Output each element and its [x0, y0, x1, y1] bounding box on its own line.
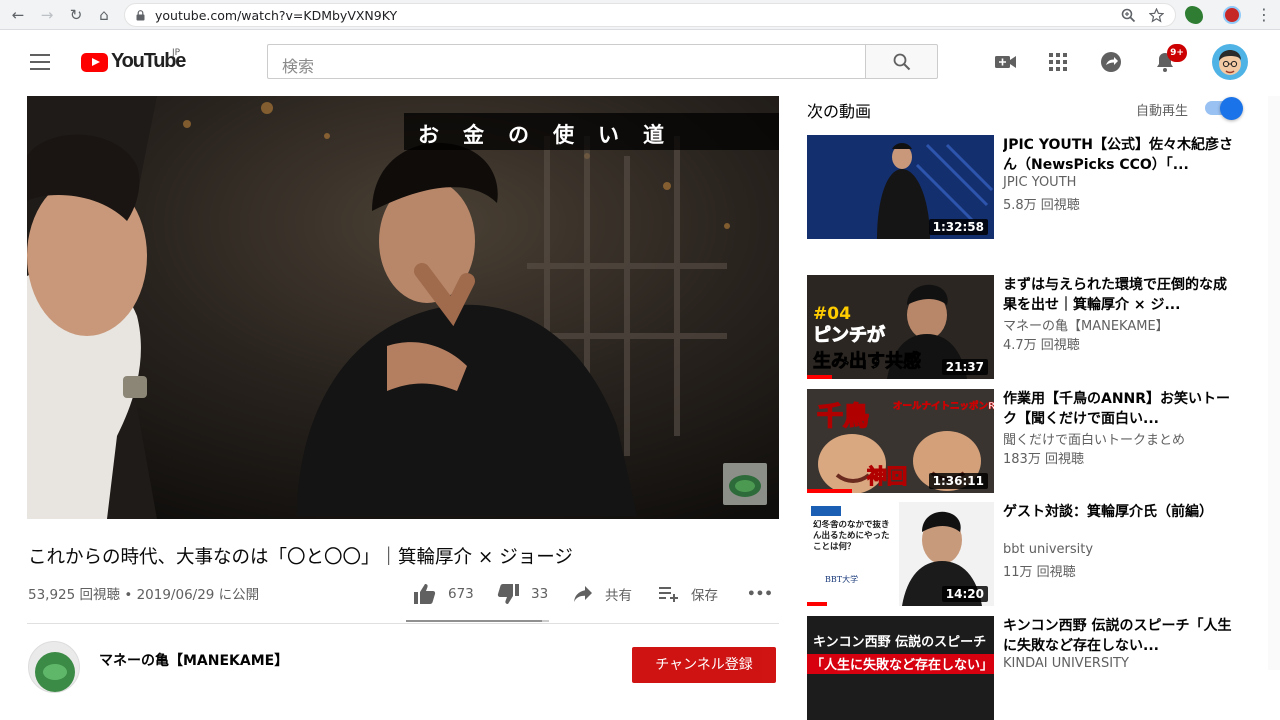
view-count: 4.7万 回視聴 — [1003, 338, 1080, 353]
watch-progress-bar — [807, 375, 832, 379]
video-title[interactable]: JPIC YOUTH【公式】佐々木紀彦さん（NewsPicks CCO）「... — [1003, 135, 1235, 175]
autoplay-toggle-knob[interactable] — [1220, 97, 1243, 120]
bookmark-star-icon[interactable] — [1149, 8, 1164, 23]
search-button[interactable] — [865, 44, 938, 79]
recommended-video-3[interactable]: 千鳥 オールナイトニッポンR 神回 1:36:11 作業用【千鳥のANNR】お笑… — [807, 389, 1247, 493]
duration-badge: 14:20 — [941, 586, 988, 602]
thumbs-up-icon — [414, 584, 436, 604]
view-count: 183万 回視聴 — [1003, 452, 1084, 467]
account-avatar[interactable] — [1212, 44, 1248, 80]
video-thumbnail[interactable]: 1:32:58 — [807, 135, 994, 239]
channel-logo-icon — [35, 652, 75, 692]
recommended-video-1[interactable]: 1:32:58 JPIC YOUTH【公式】佐々木紀彦さん（NewsPicks … — [807, 135, 1247, 239]
create-video-icon[interactable] — [993, 49, 1019, 75]
up-next-heading: 次の動画 — [807, 102, 872, 121]
view-count: 5.8万 回視聴 — [1003, 198, 1080, 213]
search-input[interactable]: 検索 — [267, 44, 865, 79]
channel-name[interactable]: 聞くだけで面白いトークまとめ — [1003, 429, 1185, 448]
url-text: youtube.com/watch?v=KDMbyVXN9KY — [155, 8, 398, 23]
like-count: 673 — [448, 586, 474, 602]
video-thumbnail[interactable]: 幻冬舎のなかで抜きん出るためにやったことは何？ BBT大学 14:20 — [807, 502, 994, 606]
thumb-text-3: 神回 — [867, 464, 907, 488]
thumb-text-1: 千鳥 — [817, 402, 869, 432]
thumb-text-3: 生み出す共感 — [813, 350, 921, 372]
thumb-text-1: #04 — [813, 304, 851, 324]
share-messages-icon[interactable] — [1098, 49, 1124, 75]
watch-progress-bar — [807, 602, 827, 606]
duration-badge: 1:32:58 — [928, 219, 988, 235]
thumb-text-1: キンコン西野 伝説のスピーチ — [813, 634, 986, 650]
channel-name[interactable]: マネーの亀【MANEKAME】 — [1003, 315, 1169, 334]
autoplay-label: 自動再生 — [1136, 104, 1189, 119]
channel-name[interactable]: JPIC YOUTH — [1003, 175, 1076, 190]
browser-toolbar: ← → ↻ ⌂ youtube.com/watch?v=KDMbyVXN9KY … — [0, 0, 1280, 30]
apps-grid-icon[interactable] — [1045, 49, 1071, 75]
home-icon[interactable]: ⌂ — [94, 5, 114, 25]
search-icon — [893, 53, 911, 71]
thumb-text-2: 「人生に失敗など存在しない」 — [811, 657, 993, 673]
channel-name[interactable]: KINDAI UNIVERSITY — [1003, 656, 1129, 671]
hamburger-menu-icon[interactable] — [30, 54, 50, 70]
video-player[interactable]: お金の使い道 — [27, 96, 779, 519]
video-thumbnail[interactable]: #04 ピンチが 生み出す共感 21:37 — [807, 275, 994, 379]
watch-progress-bar — [807, 489, 852, 493]
thumb-text-2: ピンチが — [813, 324, 885, 346]
channel-name[interactable]: マネーの亀【MANEKAME】 — [99, 650, 288, 670]
info-divider — [27, 623, 779, 624]
forward-icon[interactable]: → — [37, 5, 57, 25]
address-bar[interactable]: youtube.com/watch?v=KDMbyVXN9KY — [124, 3, 1176, 27]
video-thumbnail[interactable]: 千鳥 オールナイトニッポンR 神回 1:36:11 — [807, 389, 994, 493]
thumb-text-1: 幻冬舎のなかで抜きん出るためにやったことは何？ — [813, 520, 890, 552]
thumbnail-image: キンコン西野 伝説のスピーチ 「人生に失敗など存在しない」 — [807, 616, 994, 720]
turtle-logo-icon — [729, 475, 761, 497]
video-view-date: 53,925 回視聴 • 2019/06/29 に公開 — [28, 587, 260, 603]
recommended-video-4[interactable]: 幻冬舎のなかで抜きん出るためにやったことは何？ BBT大学 14:20 ゲスト対… — [807, 502, 1247, 606]
reload-icon[interactable]: ↻ — [66, 5, 86, 25]
user-face-icon — [1219, 50, 1241, 75]
video-thumbnail[interactable]: キンコン西野 伝説のスピーチ 「人生に失敗など存在しない」 — [807, 616, 994, 720]
profile-extension-icon[interactable] — [1223, 6, 1241, 24]
notification-count-badge: 9+ — [1167, 44, 1187, 62]
video-title[interactable]: ゲスト対談：箕輪厚介氏（前編） — [1003, 502, 1235, 522]
share-label: 共有 — [605, 588, 632, 604]
thumbs-down-icon — [497, 584, 519, 604]
sentiment-bar — [406, 620, 549, 622]
video-overlay-title: お金の使い道 — [404, 113, 779, 150]
channel-name[interactable]: bbt university — [1003, 542, 1093, 557]
duration-badge: 21:37 — [941, 359, 988, 375]
dislike-button[interactable]: 33 — [497, 583, 548, 605]
thumb-text-2: BBT大学 — [825, 574, 858, 584]
more-actions-button[interactable]: ••• — [747, 583, 773, 605]
back-icon[interactable]: ← — [8, 5, 28, 25]
evernote-extension-icon[interactable] — [1185, 6, 1203, 24]
lock-icon — [136, 10, 145, 21]
recommended-video-2[interactable]: #04 ピンチが 生み出す共感 21:37 まずは与えられた環境で圧倒的な成果を… — [807, 275, 1247, 379]
dislike-count: 33 — [531, 586, 549, 602]
video-title[interactable]: まずは与えられた環境で圧倒的な成果を出せ｜箕輪厚介 × ジ... — [1003, 275, 1235, 315]
share-arrow-icon — [574, 586, 592, 602]
video-title[interactable]: キンコン西野 伝説のスピーチ「人生に失敗など存在しない... — [1003, 616, 1235, 656]
video-title: これからの時代、大事なのは「〇と〇〇」｜箕輪厚介 × ジョージ — [28, 547, 573, 568]
channel-avatar[interactable] — [28, 641, 80, 693]
save-button[interactable]: 保存 — [659, 583, 718, 605]
share-button[interactable]: 共有 — [573, 583, 632, 605]
thumb-text-2: オールナイトニッポンR — [893, 400, 994, 412]
video-frame-image — [27, 96, 779, 519]
recommended-video-5[interactable]: キンコン西野 伝説のスピーチ 「人生に失敗など存在しない」 キンコン西野 伝説の… — [807, 616, 1247, 720]
channel-watermark[interactable] — [723, 463, 767, 505]
duration-badge: 1:36:11 — [928, 473, 988, 489]
zoom-icon[interactable] — [1121, 8, 1136, 23]
subscribe-button[interactable]: チャンネル登録 — [632, 647, 776, 683]
browser-menu-icon[interactable]: ⋮ — [1254, 5, 1274, 25]
like-button[interactable]: 673 — [414, 583, 474, 605]
video-title[interactable]: 作業用【千鳥のANNR】お笑いトーク【聞くだけで面白い... — [1003, 389, 1235, 429]
page-scrollbar[interactable] — [1268, 96, 1280, 670]
youtube-play-logo-icon — [81, 53, 108, 72]
view-count: 11万 回視聴 — [1003, 565, 1076, 580]
save-label: 保存 — [691, 588, 718, 604]
logo-region: JP — [172, 48, 181, 58]
playlist-add-icon — [659, 587, 678, 602]
youtube-header: YouTube JP 検索 9+ — [0, 31, 1280, 95]
